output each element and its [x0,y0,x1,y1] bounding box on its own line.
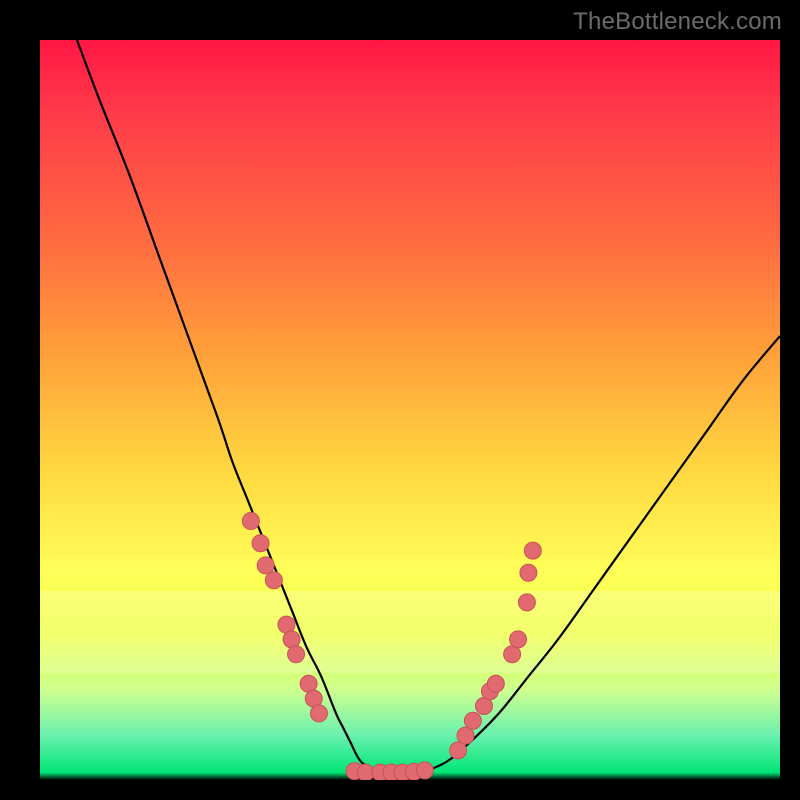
data-point [265,572,282,589]
data-point [520,564,537,581]
data-point [518,594,535,611]
data-point [252,535,269,552]
plot-area [40,40,780,780]
data-point [464,712,481,729]
chart-frame: TheBottleneck.com [0,0,800,800]
data-point [242,513,259,530]
chart-svg [40,40,780,780]
watermark-text: TheBottleneck.com [573,8,782,36]
data-point [524,542,541,559]
data-point [257,557,274,574]
data-point [487,675,504,692]
data-point [510,631,527,648]
bottleneck-curve [77,40,780,773]
data-point [416,762,433,779]
data-point [310,705,327,722]
data-point [288,646,305,663]
